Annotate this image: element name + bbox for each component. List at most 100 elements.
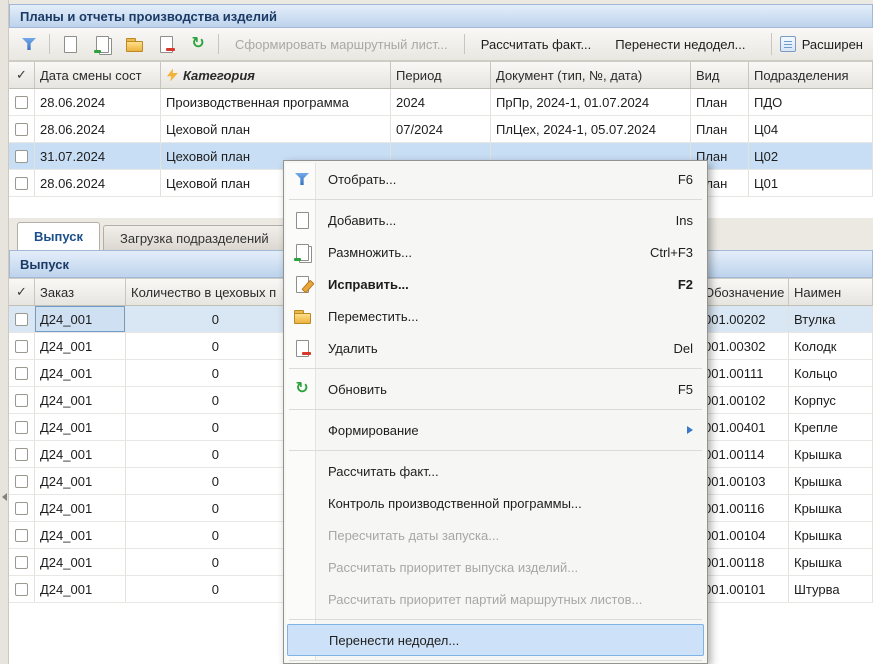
qty-cell: 0 [126, 468, 284, 494]
row-check-cell[interactable] [9, 143, 35, 169]
menu-item-label: Рассчитать факт... [328, 464, 439, 479]
menu-item-label: Добавить... [328, 213, 396, 228]
header-qty[interactable]: Количество в цеховых п [126, 279, 284, 305]
row-check-cell[interactable] [9, 387, 35, 413]
qty-cell: 0 [126, 306, 284, 332]
move-shortfall-button[interactable]: Перенести недодел... [607, 33, 753, 56]
code-cell: 001.00202 [699, 306, 789, 332]
row-check-cell[interactable] [9, 522, 35, 548]
copy-doc-button[interactable] [90, 32, 114, 56]
move-folder-icon [293, 307, 311, 325]
header-code[interactable]: Обозначение [699, 279, 789, 305]
name-cell: Крышка [789, 549, 873, 575]
row-checkbox[interactable] [15, 529, 28, 542]
filter-icon [20, 35, 38, 53]
header-category[interactable]: Категория [161, 62, 391, 88]
menu-item[interactable]: Отобрать...F6 [286, 163, 705, 195]
qty-cell: 0 [126, 576, 284, 602]
submenu-arrow-icon [687, 426, 693, 434]
row-checkbox[interactable] [15, 394, 28, 407]
row-checkbox[interactable] [15, 177, 28, 190]
menu-shortcut: F6 [678, 172, 693, 187]
plan-row[interactable]: 28.06.2024Цеховой план07/2024ПлЦех, 2024… [9, 116, 873, 143]
row-checkbox[interactable] [15, 448, 28, 461]
toolbar-icon-group [17, 32, 210, 56]
row-check-cell[interactable] [9, 576, 35, 602]
row-checkbox[interactable] [15, 313, 28, 326]
menu-item[interactable]: Добавить...Ins [286, 204, 705, 236]
qty-cell: 0 [126, 522, 284, 548]
row-check-cell[interactable] [9, 495, 35, 521]
menu-item[interactable]: Исправить...F2 [286, 268, 705, 300]
row-checkbox[interactable] [15, 583, 28, 596]
row-checkbox[interactable] [15, 502, 28, 515]
menu-item[interactable]: ОбновитьF5 [286, 373, 705, 405]
name-cell: Кольцо [789, 360, 873, 386]
row-check-cell[interactable] [9, 468, 35, 494]
menu-item[interactable]: Рассчитать факт... [286, 455, 705, 487]
row-checkbox[interactable] [15, 367, 28, 380]
row-checkbox[interactable] [15, 150, 28, 163]
row-checkbox[interactable] [15, 123, 28, 136]
header-name[interactable]: Наимен [789, 279, 873, 305]
delete-doc-button[interactable] [154, 32, 178, 56]
filter-button[interactable] [17, 32, 41, 56]
row-check-cell[interactable] [9, 89, 35, 115]
menu-item[interactable]: Размножить...Ctrl+F3 [286, 236, 705, 268]
row-checkbox[interactable] [15, 340, 28, 353]
order-cell: Д24_001 [35, 333, 126, 359]
menu-item: Пересчитать даты запуска... [286, 519, 705, 551]
row-check-cell[interactable] [9, 306, 35, 332]
menu-item-label: Пересчитать даты запуска... [328, 528, 499, 543]
row-checkbox[interactable] [15, 96, 28, 109]
header-order[interactable]: Заказ [35, 279, 126, 305]
new-doc-icon [293, 211, 311, 229]
move-folder-icon [125, 35, 143, 53]
extended-filter-button[interactable]: Расширен [771, 33, 865, 55]
header-kind[interactable]: Вид [691, 62, 749, 88]
menu-item-label: Удалить [328, 341, 378, 356]
qty-cell: 0 [126, 495, 284, 521]
new-doc-button[interactable] [58, 32, 82, 56]
menu-item-label: Контроль производственной программы... [328, 496, 582, 511]
row-check-cell[interactable] [9, 116, 35, 142]
row-check-cell[interactable] [9, 170, 35, 196]
header-departments[interactable]: Подразделения [749, 62, 873, 88]
menu-item-label: Размножить... [328, 245, 412, 260]
header-check-column[interactable]: ✓ [9, 62, 35, 88]
header-document[interactable]: Документ (тип, №, дата) [491, 62, 691, 88]
refresh-icon [293, 380, 311, 398]
code-cell: 001.00401 [699, 414, 789, 440]
row-checkbox[interactable] [15, 556, 28, 569]
header-date[interactable]: Дата смены сост [35, 62, 161, 88]
menu-item[interactable]: Удалить Del [286, 332, 705, 364]
row-checkbox[interactable] [15, 421, 28, 434]
menu-item[interactable]: Формирование [286, 414, 705, 446]
context-menu: Отобрать...F6Добавить...InsРазмножить...… [283, 160, 708, 664]
header-check-column[interactable]: ✓ [9, 279, 35, 305]
row-check-cell[interactable] [9, 360, 35, 386]
refresh-button[interactable] [186, 32, 210, 56]
code-cell: 001.00102 [699, 387, 789, 413]
tab-vypusk[interactable]: Выпуск [17, 222, 100, 250]
menu-shortcut: Del [673, 341, 693, 356]
row-check-cell[interactable] [9, 333, 35, 359]
qty-cell: 0 [126, 414, 284, 440]
departments-cell: Ц01 [749, 170, 873, 196]
row-check-cell[interactable] [9, 549, 35, 575]
extended-filter-label: Расширен [802, 37, 863, 52]
toolbar: Сформировать маршрутный лист... Рассчита… [9, 28, 873, 61]
row-check-cell[interactable] [9, 414, 35, 440]
move-folder-button[interactable] [122, 32, 146, 56]
name-cell: Крышка [789, 495, 873, 521]
menu-item[interactable]: Контроль производственной программы... [286, 487, 705, 519]
row-checkbox[interactable] [15, 475, 28, 488]
plan-row[interactable]: 28.06.2024Производственная программа2024… [9, 89, 873, 116]
calc-fact-button[interactable]: Рассчитать факт... [473, 33, 600, 56]
header-period[interactable]: Период [391, 62, 491, 88]
tab-zagruzka-podrazdeleniy[interactable]: Загрузка подразделений [103, 225, 286, 250]
collapse-panel-button[interactable] [0, 486, 9, 508]
menu-item[interactable]: Переместить... [286, 300, 705, 332]
row-check-cell[interactable] [9, 441, 35, 467]
menu-item[interactable]: Перенести недодел... [287, 624, 704, 656]
